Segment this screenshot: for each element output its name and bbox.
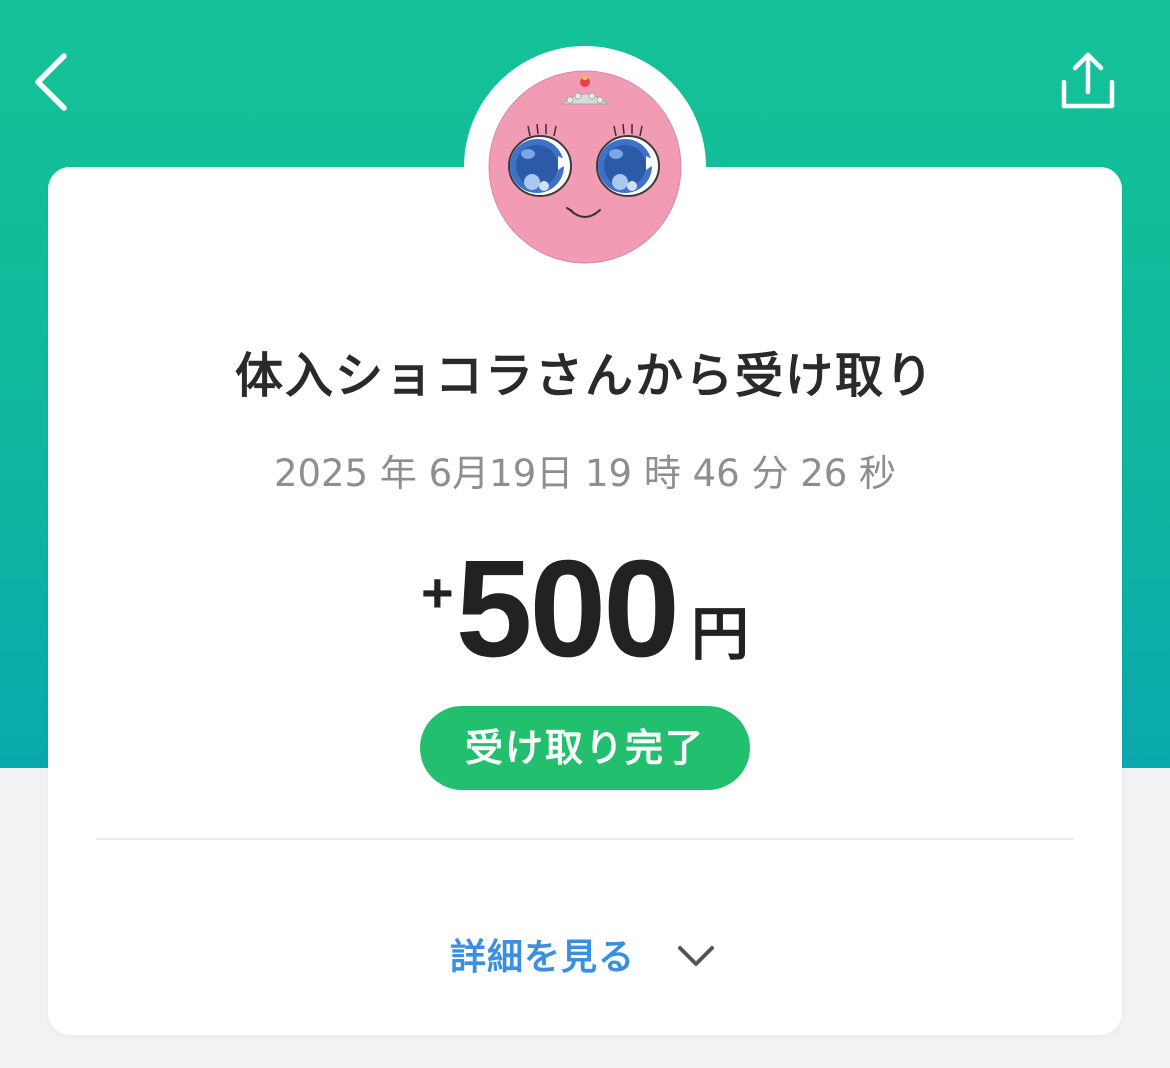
avatar[interactable] (488, 70, 682, 264)
transaction-datetime: 2025 年 6月19日 19 時 46 分 26 秒 (273, 452, 897, 495)
view-details-label: 詳細を見る (450, 937, 636, 978)
view-details-button[interactable]: 詳細を見る (430, 918, 740, 990)
amount-sign: + (421, 561, 454, 624)
amount-unit: 円 (690, 600, 749, 668)
chevron-down-icon (678, 946, 714, 966)
transaction-amount: +500 円 (48, 530, 1122, 689)
share-button[interactable] (1050, 44, 1126, 120)
divider (96, 838, 1074, 840)
chevron-left-icon (35, 53, 67, 111)
status-badge: 受け取り完了 (420, 706, 750, 790)
transaction-title: 体入ショコラさんから受け取り (234, 348, 935, 404)
amount-value: 500 (455, 532, 680, 686)
back-button[interactable] (24, 44, 84, 120)
pink-character-avatar-icon (488, 70, 682, 264)
share-icon (1061, 52, 1115, 109)
